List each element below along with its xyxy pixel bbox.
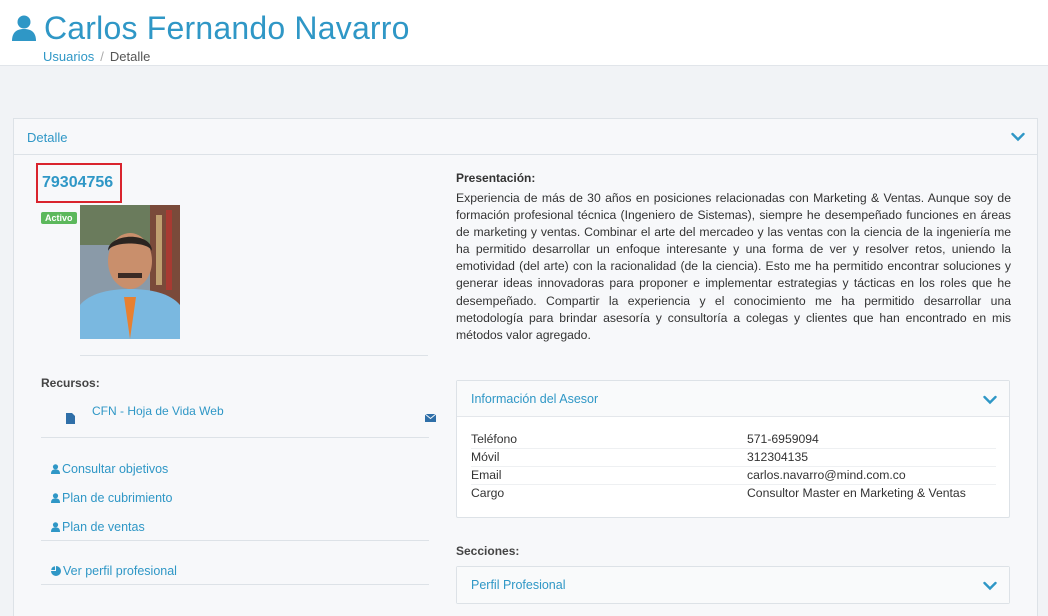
breadcrumb-usuarios-link[interactable]: Usuarios [43,49,94,64]
status-badge: Activo [41,212,77,224]
user-id-highlight: 79304756 [36,163,122,203]
detail-panel-header[interactable]: Detalle [14,119,1037,155]
info-key: Email [471,468,502,482]
left-divider-3 [41,540,429,541]
info-value: 571-6959094 [747,432,819,446]
info-row-phone: Teléfono 571-6959094 [471,431,996,449]
info-row-role: Cargo Consultor Master en Marketing & Ve… [471,485,996,503]
info-key: Cargo [471,486,505,500]
document-icon [66,413,75,424]
page-header: Carlos Fernando Navarro Usuarios / Detalle [0,0,1048,66]
advisor-info-title: Información del Asesor [471,392,599,406]
info-value: 312304135 [747,450,809,464]
sections-label: Secciones: [456,544,520,558]
breadcrumb-separator: / [100,49,104,64]
detail-panel: Detalle 79304756 Activo Recursos: CFN - … [13,118,1038,616]
page-title: Carlos Fernando Navarro [44,10,410,46]
pie-chart-icon [51,566,61,576]
sales-plan-link[interactable]: Plan de ventas [51,520,145,534]
professional-profile-label: Ver perfil profesional [63,564,177,578]
mail-icon[interactable] [425,414,436,422]
presentation-label: Presentación: [456,171,536,185]
consult-objectives-link[interactable]: Consultar objetivos [51,462,168,476]
info-value: carlos.navarro@mind.com.co [747,468,906,482]
user-photo [80,205,180,339]
profile-section-header[interactable]: Perfil Profesional [457,567,1009,603]
advisor-info-header[interactable]: Información del Asesor [457,381,1009,417]
presentation-text: Experiencia de más de 30 años en posicio… [456,191,1011,342]
professional-profile-link[interactable]: Ver perfil profesional [51,564,177,578]
profile-section-panel: Perfil Profesional [456,566,1010,604]
profile-section-title: Perfil Profesional [471,578,566,592]
detail-panel-title: Detalle [27,130,68,145]
left-divider-4 [41,584,429,585]
chevron-down-icon[interactable] [983,581,997,591]
info-row-mobile: Móvil 312304135 [471,449,996,467]
user-id: 79304756 [42,174,114,191]
coverage-plan-label: Plan de cubrimiento [62,491,173,505]
breadcrumb-current: Detalle [109,49,151,64]
chevron-down-icon[interactable] [1011,132,1025,142]
info-key: Teléfono [471,432,518,446]
info-row-email: Email carlos.navarro@mind.com.co [471,467,996,485]
user-icon [51,522,60,532]
breadcrumb: Usuarios / Detalle [43,49,150,64]
sales-plan-label: Plan de ventas [62,520,145,534]
user-icon [51,464,60,474]
info-value: Consultor Master en Marketing & Ventas [747,486,966,500]
resume-link[interactable]: CFN - Hoja de Vida Web [92,404,224,418]
coverage-plan-link[interactable]: Plan de cubrimiento [51,491,172,505]
resources-label: Recursos: [41,376,100,390]
left-divider-1 [80,355,428,356]
consult-objectives-label: Consultar objetivos [62,462,169,476]
advisor-info-table: Teléfono 571-6959094 Móvil 312304135 Ema… [471,431,996,503]
user-icon [51,493,60,503]
left-divider-2 [41,437,429,438]
chevron-down-icon[interactable] [983,395,997,405]
advisor-info-panel: Información del Asesor Teléfono 571-6959… [456,380,1010,518]
user-icon [12,15,36,41]
info-key: Móvil [471,450,500,464]
